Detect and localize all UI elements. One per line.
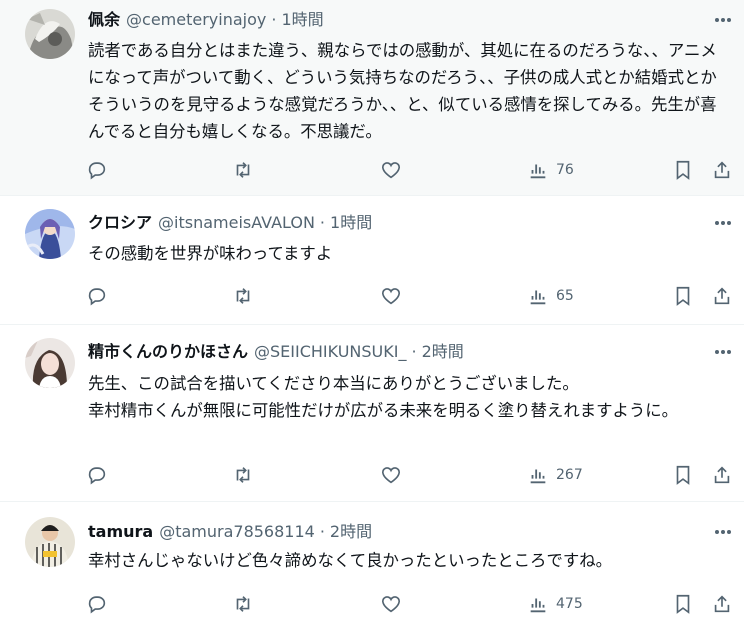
reply-bubble-icon xyxy=(88,288,106,306)
bar-chart-icon xyxy=(530,290,546,305)
separator-dot: · xyxy=(319,522,325,541)
share-upload-icon xyxy=(714,595,730,613)
timestamp[interactable]: 2時間 xyxy=(330,522,372,542)
share-button[interactable] xyxy=(711,463,733,487)
bar-chart-icon xyxy=(530,164,546,179)
reply-tweet[interactable]: 佩余 @cemeteryinajoy · 1時間 読者である自分とはまた違う、親… xyxy=(0,0,744,196)
user-handle[interactable]: @tamura78568114 xyxy=(159,522,315,542)
retweet-icon xyxy=(236,467,250,483)
user-handle[interactable]: @cemeteryinajoy xyxy=(126,10,266,30)
tweet-text: 幸村さんじゃないけど色々諦めなくて良かったといったところですね。 xyxy=(88,551,613,570)
bookmark-button[interactable] xyxy=(672,158,694,182)
display-name[interactable]: tamura xyxy=(88,522,153,542)
timestamp[interactable]: 1時間 xyxy=(330,213,372,233)
view-count: 76 xyxy=(556,162,574,178)
reply-tweet[interactable]: tamura @tamura78568114 · 2時間 幸村さんじゃないけど色… xyxy=(0,502,744,627)
timestamp[interactable]: 1時間 xyxy=(281,10,323,30)
user-handle[interactable]: @itsnameisAVALON xyxy=(158,213,315,233)
bookmark-button[interactable] xyxy=(672,463,694,487)
more-dots-icon[interactable] xyxy=(712,212,734,234)
display-name[interactable]: クロシア xyxy=(88,213,152,233)
avatar[interactable] xyxy=(25,209,75,259)
user-handle[interactable]: @SEIICHIKUNSUKI_ xyxy=(254,342,406,362)
view-count: 475 xyxy=(556,596,583,612)
bookmark-icon xyxy=(676,594,690,614)
views-button[interactable]: 475 xyxy=(527,592,583,616)
share-upload-icon xyxy=(714,287,730,305)
reply-button[interactable] xyxy=(86,463,108,487)
bar-chart-icon xyxy=(530,469,546,484)
share-button[interactable] xyxy=(711,284,733,308)
bar-chart-icon xyxy=(530,598,546,613)
action-bar: 65 xyxy=(0,284,744,308)
display-name[interactable]: 佩余 xyxy=(88,10,120,30)
retweet-button[interactable] xyxy=(232,463,254,487)
reply-bubble-icon xyxy=(88,596,106,614)
avatar[interactable] xyxy=(25,9,75,59)
heart-icon xyxy=(381,596,401,613)
share-upload-icon xyxy=(714,161,730,179)
views-button[interactable]: 76 xyxy=(527,158,574,182)
retweet-icon xyxy=(236,288,250,304)
bookmark-icon xyxy=(676,465,690,485)
reply-bubble-icon xyxy=(88,467,106,485)
reply-tweet[interactable]: クロシア @itsnameisAVALON · 1時間 その感動を世界が味わって… xyxy=(0,196,744,325)
like-button[interactable] xyxy=(380,158,402,182)
views-button[interactable]: 267 xyxy=(527,463,583,487)
avatar[interactable] xyxy=(25,517,75,567)
timestamp[interactable]: 2時間 xyxy=(422,342,464,362)
more-dots-icon[interactable] xyxy=(712,9,734,31)
heart-icon xyxy=(381,288,401,305)
action-bar: 475 xyxy=(0,592,744,616)
more-dots-icon[interactable] xyxy=(712,341,734,363)
retweet-icon xyxy=(236,596,250,612)
like-button[interactable] xyxy=(380,463,402,487)
view-count: 65 xyxy=(556,288,574,304)
like-button[interactable] xyxy=(380,284,402,308)
views-button[interactable]: 65 xyxy=(527,284,574,308)
retweet-button[interactable] xyxy=(232,158,254,182)
share-button[interactable] xyxy=(711,592,733,616)
retweet-icon xyxy=(236,162,250,178)
reply-bubble-icon xyxy=(88,162,106,180)
share-button[interactable] xyxy=(711,158,733,182)
bookmark-button[interactable] xyxy=(672,592,694,616)
reply-button[interactable] xyxy=(86,592,108,616)
reply-button[interactable] xyxy=(86,284,108,308)
action-bar: 76 xyxy=(0,158,744,182)
display-name[interactable]: 精市くんのりかほさん xyxy=(88,342,248,362)
separator-dot: · xyxy=(319,213,326,232)
avatar[interactable] xyxy=(25,338,75,388)
bookmark-button[interactable] xyxy=(672,284,694,308)
heart-icon xyxy=(381,467,401,484)
bookmark-icon xyxy=(676,286,690,306)
retweet-button[interactable] xyxy=(232,592,254,616)
separator-dot: · xyxy=(271,10,277,29)
reply-button[interactable] xyxy=(86,158,108,182)
share-upload-icon xyxy=(714,466,730,484)
separator-dot: · xyxy=(411,342,417,361)
view-count: 267 xyxy=(556,467,583,483)
heart-icon xyxy=(381,162,401,179)
action-bar: 267 xyxy=(0,463,744,487)
more-dots-icon[interactable] xyxy=(712,521,734,543)
tweet-text: 読者である自分とはまた違う、親ならではの感動が、其処に在るのだろうな、、アニメに… xyxy=(88,41,717,141)
retweet-button[interactable] xyxy=(232,284,254,308)
reply-tweet[interactable]: 精市くんのりかほさん @SEIICHIKUNSUKI_ · 2時間 先生、この試… xyxy=(0,325,744,502)
tweet-text: 先生、この試合を描いてくださり本当にありがとうございました。 幸村精市くんが無限… xyxy=(88,374,679,420)
bookmark-icon xyxy=(676,160,690,180)
like-button[interactable] xyxy=(380,592,402,616)
tweet-text: その感動を世界が味わってますよ xyxy=(88,244,333,263)
